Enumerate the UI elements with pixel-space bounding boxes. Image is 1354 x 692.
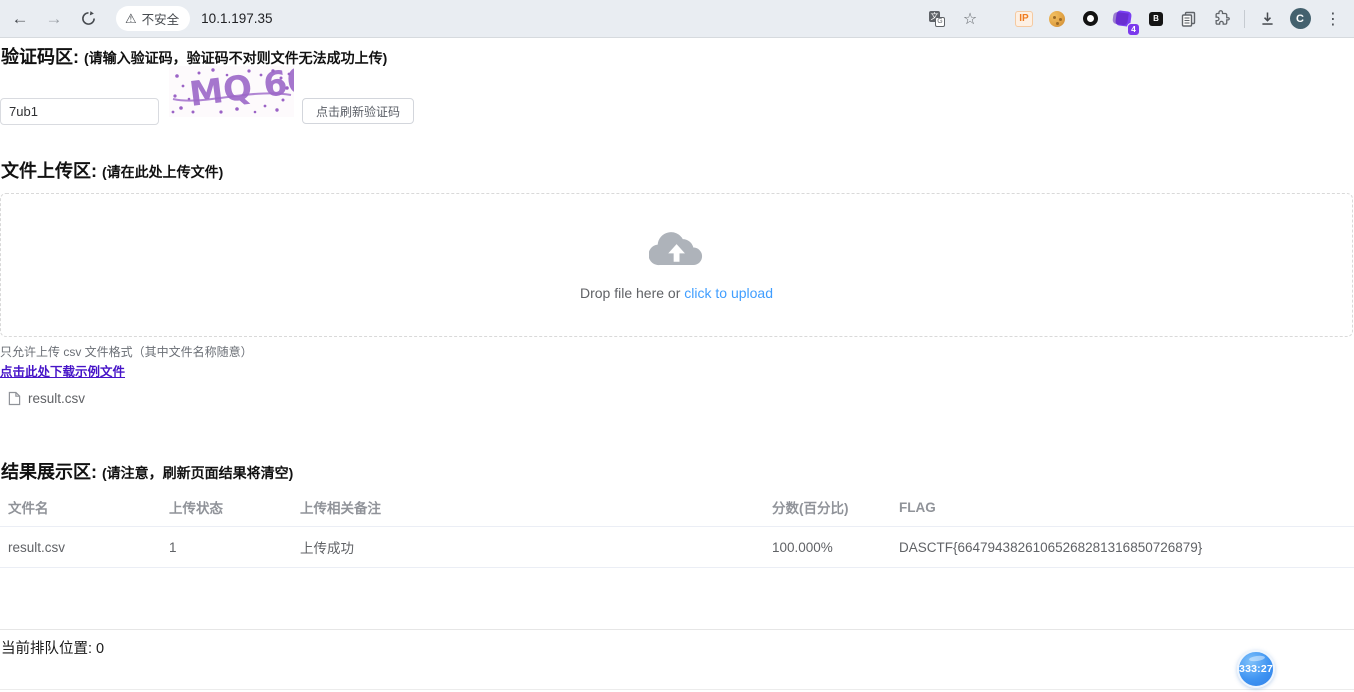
ext-ring-icon[interactable] bbox=[1077, 6, 1103, 32]
footer: 当前排队位置: 0 bbox=[0, 629, 1354, 658]
upload-cloud-icon bbox=[649, 229, 705, 271]
captcha-input[interactable] bbox=[0, 98, 159, 125]
captcha-heading-note: (请输入验证码，验证码不对则文件无法成功上传) bbox=[84, 50, 387, 66]
upload-heading-note: (请在此处上传文件) bbox=[102, 164, 223, 180]
click-to-upload-link[interactable]: click to upload bbox=[684, 285, 773, 301]
uploaded-file-item[interactable]: result.csv bbox=[0, 391, 260, 406]
security-chip-label: 不安全 bbox=[142, 9, 180, 28]
table-row: result.csv 1 上传成功 100.000% DASCTF{664794… bbox=[0, 527, 1354, 568]
star-glyph: ☆ bbox=[963, 9, 977, 29]
profile-avatar[interactable]: C bbox=[1287, 6, 1313, 32]
download-sample-link[interactable]: 点击此处下载示例文件 bbox=[0, 361, 125, 380]
cookie-glyph bbox=[1049, 11, 1065, 27]
toolbar-separator bbox=[1244, 10, 1245, 28]
timer-value: 333:27 bbox=[1239, 663, 1273, 675]
back-icon[interactable]: ← bbox=[6, 5, 34, 33]
forward-icon[interactable]: → bbox=[40, 5, 68, 33]
ext-ip-icon[interactable]: IP bbox=[1011, 6, 1037, 32]
extensions-puzzle-icon[interactable] bbox=[1209, 6, 1235, 32]
download-glyph bbox=[1259, 10, 1276, 27]
copy-pages-glyph bbox=[1181, 11, 1197, 27]
ip-label: IP bbox=[1015, 11, 1032, 27]
cell-flag: DASCTF{66479438261065268281316850726879} bbox=[891, 527, 1354, 568]
captcha-section: 验证码区: (请输入验证码，验证码不对则文件无法成功上传) MQ 60 bbox=[0, 38, 1354, 125]
col-header-flag: FLAG bbox=[891, 491, 1354, 527]
kebab-glyph: ⋮ bbox=[1325, 9, 1341, 29]
document-icon bbox=[8, 391, 21, 406]
purple-shade bbox=[1112, 12, 1129, 26]
col-header-filename: 文件名 bbox=[0, 491, 161, 527]
page-content: 验证码区: (请输入验证码，验证码不对则文件无法成功上传) MQ 60 bbox=[0, 38, 1354, 692]
refresh-captcha-button[interactable]: 点击刷新验证码 bbox=[302, 98, 414, 124]
captcha-heading-text: 验证码区: bbox=[1, 47, 79, 67]
countdown-timer-bubble[interactable]: 333:27 bbox=[1237, 650, 1275, 688]
bookmark-star-icon[interactable]: ☆ bbox=[957, 6, 983, 32]
translate-icon[interactable]: 文 G bbox=[924, 6, 950, 32]
timer-shine bbox=[1249, 655, 1266, 662]
col-header-remark: 上传相关备注 bbox=[292, 491, 764, 527]
results-section: 结果展示区: (请注意，刷新页面结果将清空) 文件名 上传状态 上传相关备注 分… bbox=[0, 458, 1354, 568]
reload-icon[interactable] bbox=[74, 5, 102, 33]
browser-toolbar: ← → ⚠ 不安全 10.1.197.35 文 G ☆ IP 4 bbox=[0, 0, 1354, 38]
ring-glyph bbox=[1083, 11, 1098, 26]
results-table-header-row: 文件名 上传状态 上传相关备注 分数(百分比) FLAG bbox=[0, 491, 1354, 527]
col-header-upload-status: 上传状态 bbox=[161, 491, 292, 527]
results-table: 文件名 上传状态 上传相关备注 分数(百分比) FLAG result.csv … bbox=[0, 491, 1354, 568]
captcha-image[interactable]: MQ 60 bbox=[169, 66, 294, 117]
extension-badge: 4 bbox=[1127, 23, 1140, 36]
results-heading-text: 结果展示区: bbox=[1, 462, 97, 482]
ext-purple-icon[interactable]: 4 bbox=[1110, 6, 1136, 32]
upload-heading: 文件上传区: (请在此处上传文件) bbox=[0, 157, 1354, 183]
warning-icon: ⚠ bbox=[125, 12, 137, 25]
url-text[interactable]: 10.1.197.35 bbox=[201, 11, 272, 26]
cell-remark: 上传成功 bbox=[292, 527, 764, 568]
translate-glyph: 文 G bbox=[929, 11, 945, 27]
menu-kebab-icon[interactable]: ⋮ bbox=[1320, 6, 1346, 32]
security-chip[interactable]: ⚠ 不安全 bbox=[116, 6, 190, 31]
downloads-icon[interactable] bbox=[1254, 6, 1280, 32]
upload-tip: 只允许上传 csv 文件格式（其中文件名称随意） bbox=[0, 343, 1354, 360]
results-heading: 结果展示区: (请注意，刷新页面结果将清空) bbox=[0, 458, 1354, 484]
cell-filename: result.csv bbox=[0, 527, 161, 568]
footer-bottom-divider bbox=[0, 689, 1354, 690]
puzzle-glyph bbox=[1214, 10, 1231, 27]
address-bar[interactable]: ⚠ 不安全 10.1.197.35 bbox=[116, 6, 924, 31]
captcha-row: MQ 60 点击刷新验证码 bbox=[0, 66, 1354, 125]
uploaded-file-name: result.csv bbox=[28, 391, 85, 406]
ext-cookie-icon[interactable] bbox=[1044, 6, 1070, 32]
black-square-glyph: B bbox=[1149, 12, 1163, 26]
results-heading-note: (请注意，刷新页面结果将清空) bbox=[102, 465, 293, 481]
upload-heading-text: 文件上传区: bbox=[1, 161, 97, 181]
drop-text: Drop file here or click to upload bbox=[580, 285, 773, 301]
cell-upload-status: 1 bbox=[161, 527, 292, 568]
queue-position-text: 当前排队位置: 0 bbox=[0, 630, 1354, 658]
upload-dropzone[interactable]: Drop file here or click to upload bbox=[0, 193, 1353, 337]
reload-glyph bbox=[81, 11, 96, 26]
toolbar-right: 文 G ☆ IP 4 B bbox=[924, 6, 1354, 32]
upload-section: 文件上传区: (请在此处上传文件) Drop file here or clic… bbox=[0, 157, 1354, 406]
drop-text-plain: Drop file here or bbox=[580, 285, 684, 301]
ext-copy-pages-icon[interactable] bbox=[1176, 6, 1202, 32]
translate-front: G bbox=[935, 17, 945, 27]
cell-score: 100.000% bbox=[764, 527, 891, 568]
col-header-score: 分数(百分比) bbox=[764, 491, 891, 527]
avatar-initial: C bbox=[1290, 8, 1311, 29]
ext-notion-icon[interactable]: B bbox=[1143, 6, 1169, 32]
